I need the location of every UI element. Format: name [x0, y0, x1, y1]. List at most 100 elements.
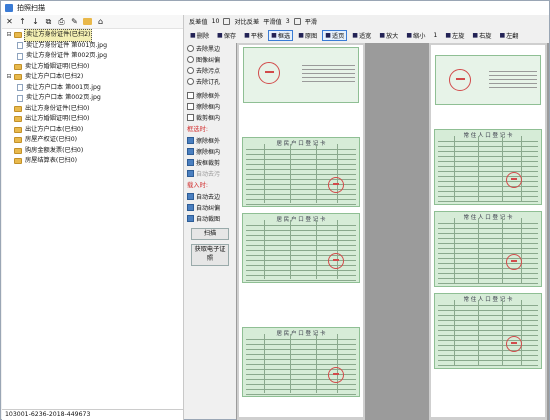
- expand-icon[interactable]: [5, 147, 13, 155]
- fit-width-button[interactable]: ■ 适宽: [349, 30, 374, 41]
- tree-category-item[interactable]: 房屋产权证(已扫0): [2, 135, 183, 146]
- tool-label: 去除订孔: [196, 79, 221, 86]
- red-stamp: [449, 69, 471, 91]
- fit-page-button[interactable]: ■ 适页: [322, 30, 348, 41]
- collapse-icon[interactable]: ⊟: [5, 31, 13, 39]
- rotate-right-button[interactable]: ■ 右旋: [469, 30, 494, 41]
- tool-group3-item[interactable]: 按框裁剪: [187, 157, 235, 168]
- box-select-button[interactable]: ■ 框选: [268, 30, 294, 41]
- tree-item-label: 出让方婚姻证明(已扫0): [25, 115, 90, 122]
- view-button-label: 1: [433, 32, 438, 39]
- card-line: [438, 176, 538, 177]
- stamp-mark: [333, 259, 339, 261]
- tree-file-item[interactable]: 卖让方身份证件 第001页.jpg: [2, 41, 183, 52]
- tool-group2-item[interactable]: 擦除框外: [187, 90, 235, 101]
- card-column-line: [478, 300, 479, 365]
- save-button[interactable]: ■ 保存: [214, 30, 239, 41]
- delete-button[interactable]: ■ 删除: [187, 30, 212, 41]
- fetch-e-cert-button[interactable]: 获取电子证照: [191, 244, 229, 266]
- tool-group1-item[interactable]: 去除污点: [187, 65, 235, 76]
- expand-icon[interactable]: [5, 115, 13, 123]
- smooth-checkbox[interactable]: [293, 18, 301, 25]
- original-size-button[interactable]: ■ 原图: [295, 30, 320, 41]
- tool-group1-item[interactable]: 图像纠偏: [187, 54, 235, 65]
- card-line: [438, 365, 538, 366]
- tree-category-item[interactable]: 购房金额发票(已扫0): [2, 146, 183, 157]
- card-line: [438, 156, 538, 157]
- tree-file-item[interactable]: 卖让方户口本 第001页.jpg: [2, 83, 183, 94]
- card-line: [438, 315, 538, 316]
- tool-label: 擦除框外: [196, 138, 221, 145]
- edit-icon[interactable]: ✎: [70, 17, 79, 27]
- zoom-in-button[interactable]: ■ 放大: [376, 30, 401, 41]
- tree-category-item[interactable]: 出让方婚姻证明(已扫0): [2, 114, 183, 125]
- scan-button[interactable]: 扫描: [191, 228, 229, 240]
- tree-category-item[interactable]: ⊟ 卖让方身份证件(已扫2): [2, 29, 183, 42]
- card-line: [438, 161, 538, 162]
- tool-group4-item[interactable]: 自动纠偏: [187, 202, 235, 213]
- tree-file-item[interactable]: 卖让方户口本 第002页.jpg: [2, 93, 183, 104]
- collapse-icon[interactable]: ⊟: [5, 73, 13, 81]
- tool-group3-item[interactable]: 擦除框外: [187, 135, 235, 146]
- card-title: 居 民 户 口 登 记 卡: [276, 217, 326, 223]
- card-line: [246, 270, 356, 271]
- move-down-icon[interactable]: ↓: [31, 17, 40, 27]
- tool-group3-item[interactable]: 自动去污: [187, 168, 235, 179]
- tool-group1-item[interactable]: 去除黑边: [187, 43, 235, 54]
- expand-icon[interactable]: [5, 63, 13, 71]
- stamp-mark: [265, 71, 274, 73]
- tool-group2-item[interactable]: 裁剪框内: [187, 112, 235, 123]
- folder-icon[interactable]: [83, 18, 92, 25]
- card-title: 常 住 人 口 登 记 卡: [463, 215, 513, 221]
- tool-label: 自动纠偏: [196, 205, 221, 212]
- move-up-icon[interactable]: ↑: [18, 17, 27, 27]
- smooth-value[interactable]: 3: [286, 18, 290, 25]
- copy-icon[interactable]: ⧉: [44, 17, 53, 27]
- rotate-left-button[interactable]: ■ 左旋: [442, 30, 467, 41]
- page-number-button[interactable]: 1: [430, 30, 440, 41]
- view-button-label: 删除: [196, 33, 210, 40]
- expand-icon[interactable]: [5, 157, 13, 165]
- tree-category-item[interactable]: 房屋结算表(已扫0): [2, 156, 183, 167]
- expand-icon[interactable]: [5, 126, 13, 134]
- contrast-checkbox[interactable]: [223, 18, 231, 25]
- card-column-line: [264, 334, 265, 393]
- tree-category-item[interactable]: 卖让方婚姻证明(已扫0): [2, 62, 183, 73]
- scanned-page[interactable]: 常 住 人 口 登 记 卡常 住 人 口 登 记 卡常 住 人 口 登 记 卡: [431, 45, 545, 417]
- delete-icon[interactable]: ✕: [5, 17, 14, 27]
- tree-category-item[interactable]: 出让方身份证件(已扫0): [2, 104, 183, 115]
- tree-file-item[interactable]: 卖让方身份证件 第002页.jpg: [2, 51, 183, 62]
- card-line: [246, 154, 356, 155]
- card-line: [438, 258, 538, 259]
- card-column-line: [521, 218, 522, 283]
- tree-item-label: 房屋产权证(已扫0): [25, 136, 78, 143]
- tool-panel: 去除黑边 图像纠偏 去除污点 去除订孔 擦除框外 擦除框内 裁剪框内 框选时: 擦除框外擦…: [187, 43, 235, 420]
- expand-icon[interactable]: [5, 105, 13, 113]
- tree-category-item[interactable]: 出让方户口本(已扫0): [2, 125, 183, 136]
- card-line: [438, 233, 538, 234]
- expand-icon[interactable]: [5, 136, 13, 144]
- card-column-line: [502, 218, 503, 283]
- tool-group4-item[interactable]: 自动裁图: [187, 213, 235, 224]
- card-line: [246, 174, 356, 175]
- threshold-value[interactable]: 10: [212, 18, 220, 25]
- folder-icon: [14, 32, 22, 39]
- card-line: [438, 268, 538, 269]
- tool-label: 擦除框内: [196, 104, 221, 111]
- zoom-out-button[interactable]: ■ 缩小: [403, 30, 428, 41]
- settings-icon[interactable]: ⌂: [96, 17, 105, 27]
- card-line: [489, 71, 537, 72]
- print-icon[interactable]: ⎙: [57, 17, 66, 27]
- flip-left-button[interactable]: ■ 左翻: [496, 30, 521, 41]
- card-line: [438, 171, 538, 172]
- tree-item-label: 购房金额发票(已扫0): [25, 146, 84, 154]
- tool-group4-item[interactable]: 自动去边: [187, 191, 235, 202]
- tree-category-item[interactable]: ⊟ 卖让方户口本(已扫2): [2, 72, 183, 83]
- tool-label: 自动去边: [196, 194, 221, 201]
- tool-group2-item[interactable]: 擦除框内: [187, 101, 235, 112]
- tool-group1-item[interactable]: 去除订孔: [187, 76, 235, 87]
- tool-group3-item[interactable]: 擦除框内: [187, 146, 235, 157]
- card-column-line: [290, 220, 291, 279]
- pan-button[interactable]: ■ 平移: [241, 30, 266, 41]
- scanned-page[interactable]: 居 民 户 口 登 记 卡居 民 户 口 登 记 卡居 民 户 口 登 记 卡: [239, 45, 363, 417]
